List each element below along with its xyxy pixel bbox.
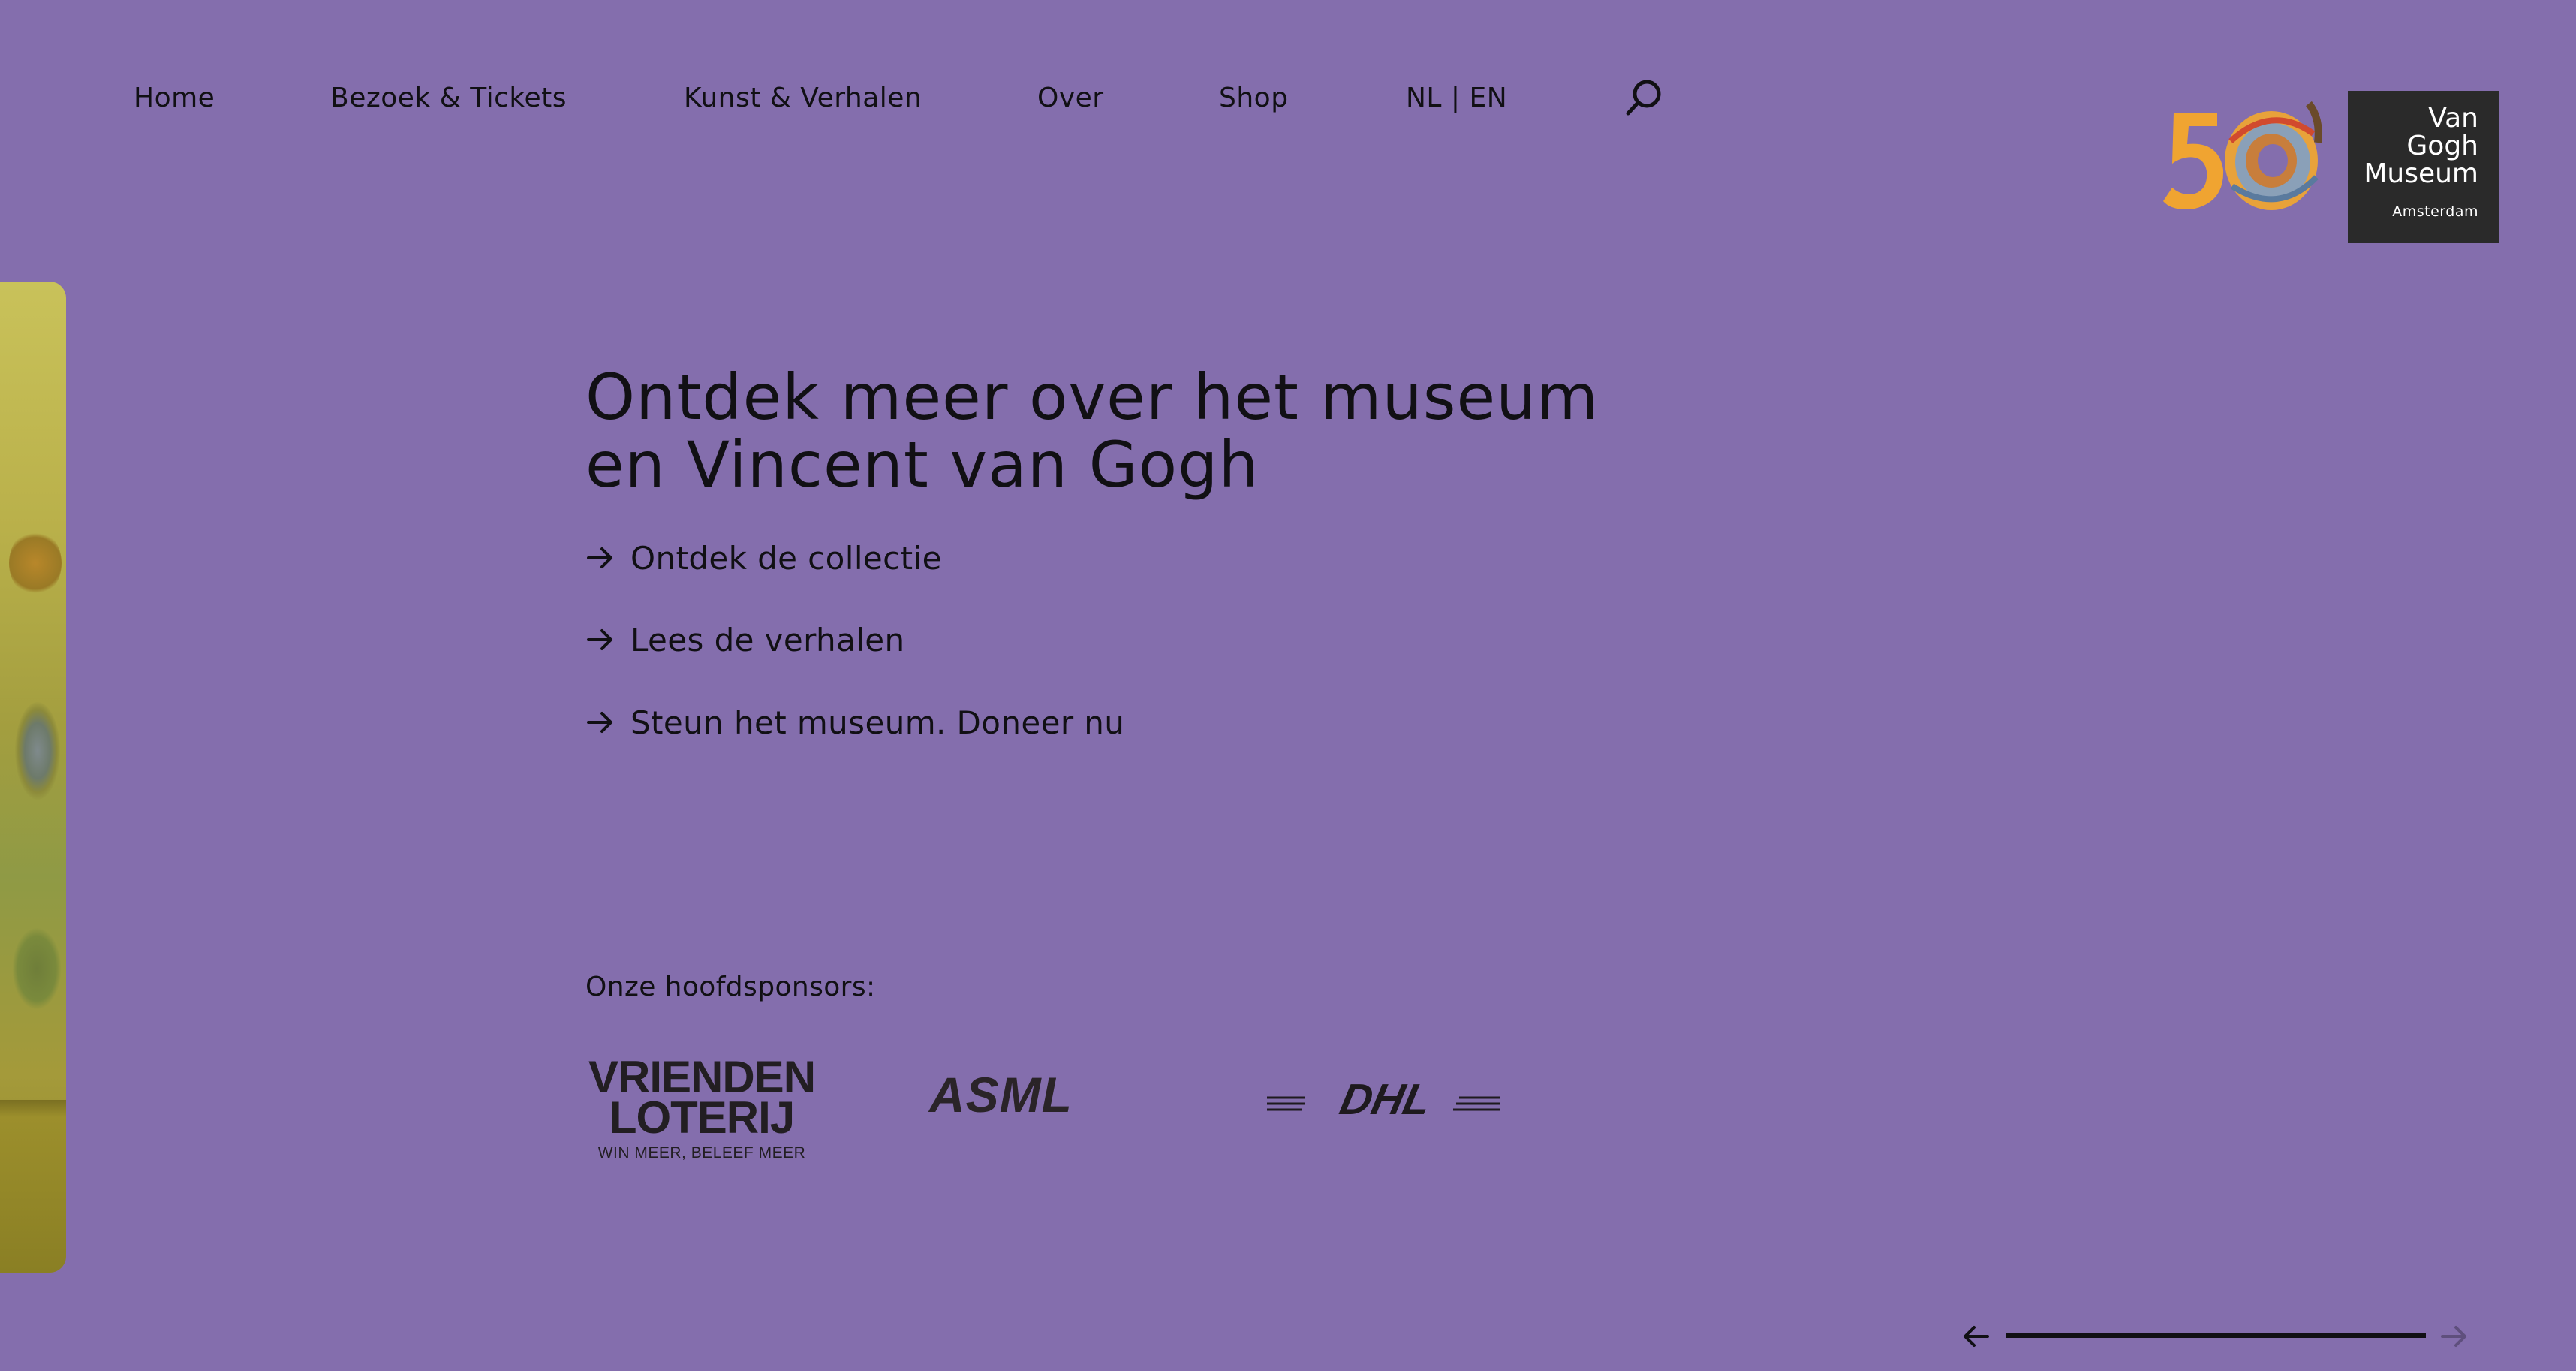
painting-table-surface bbox=[0, 1100, 66, 1273]
sponsor-dhl-logo[interactable]: DHL bbox=[1267, 1075, 1500, 1120]
anniversary-50-logo bbox=[2163, 101, 2322, 210]
sunflower-detail bbox=[9, 529, 62, 597]
sponsors-label: Onze hoofdsponsors: bbox=[585, 972, 876, 1002]
vrienden-logo-tagline: WIN MEER, BELEEF MEER bbox=[597, 1144, 806, 1162]
nav-art-stories[interactable]: Kunst & Verhalen bbox=[684, 83, 922, 113]
slider-prev-button[interactable] bbox=[1961, 1321, 1991, 1351]
nav-shop[interactable]: Shop bbox=[1219, 83, 1289, 113]
slider-next-button[interactable] bbox=[2439, 1321, 2469, 1351]
logo-line-museum: Museum bbox=[2364, 158, 2478, 189]
nav-language-switch[interactable]: NL | EN bbox=[1406, 83, 1507, 113]
link-read-stories[interactable]: Lees de verhalen bbox=[585, 617, 905, 662]
logo-city: Amsterdam bbox=[2392, 203, 2478, 220]
sponsor-asml-logo[interactable]: ASML bbox=[929, 1066, 1073, 1123]
arrow-right-icon bbox=[587, 547, 612, 568]
sunflowers-painting-image[interactable] bbox=[0, 282, 66, 1273]
headline-line-1: Ontdek meer over het museum bbox=[585, 360, 1599, 434]
vrienden-logo-line-1: VRIENDEN bbox=[588, 1052, 816, 1102]
nav-home[interactable]: Home bbox=[134, 83, 215, 113]
arrow-right-icon bbox=[587, 629, 612, 650]
link-label: Steun het museum. Doneer nu bbox=[630, 704, 1125, 741]
nav-visit-tickets[interactable]: Bezoek & Tickets bbox=[330, 83, 567, 113]
arrow-right-icon bbox=[587, 712, 612, 733]
van-gogh-museum-logo[interactable]: Van Gogh Museum Amsterdam bbox=[2348, 91, 2499, 243]
logo-line-van: Van bbox=[2428, 103, 2478, 134]
sponsor-vriendenloterij-logo[interactable]: VRIENDEN LOTERIJ WIN MEER, BELEEF MEER bbox=[585, 1052, 818, 1162]
sunflower-detail bbox=[15, 702, 60, 800]
slider-progress-track[interactable] bbox=[2006, 1333, 2426, 1338]
sunflower-detail bbox=[12, 927, 62, 1010]
link-donate[interactable]: Steun het museum. Doneer nu bbox=[585, 700, 1124, 745]
dhl-logo-text: DHL bbox=[1336, 1076, 1436, 1120]
link-label: Lees de verhalen bbox=[630, 621, 905, 658]
nav-about[interactable]: Over bbox=[1037, 83, 1104, 113]
link-label: Ontdek de collectie bbox=[630, 539, 942, 577]
link-discover-collection[interactable]: Ontdek de collectie bbox=[585, 535, 942, 580]
slider-progress-fill bbox=[2006, 1333, 2426, 1338]
page-headline: Ontdek meer over het museum en Vincent v… bbox=[585, 363, 1711, 499]
search-icon[interactable] bbox=[1623, 77, 1665, 119]
headline-line-2: en Vincent van Gogh bbox=[585, 428, 1259, 502]
logo-line-gogh: Gogh bbox=[2406, 131, 2478, 161]
vrienden-logo-line-2: LOTERIJ bbox=[609, 1092, 795, 1143]
